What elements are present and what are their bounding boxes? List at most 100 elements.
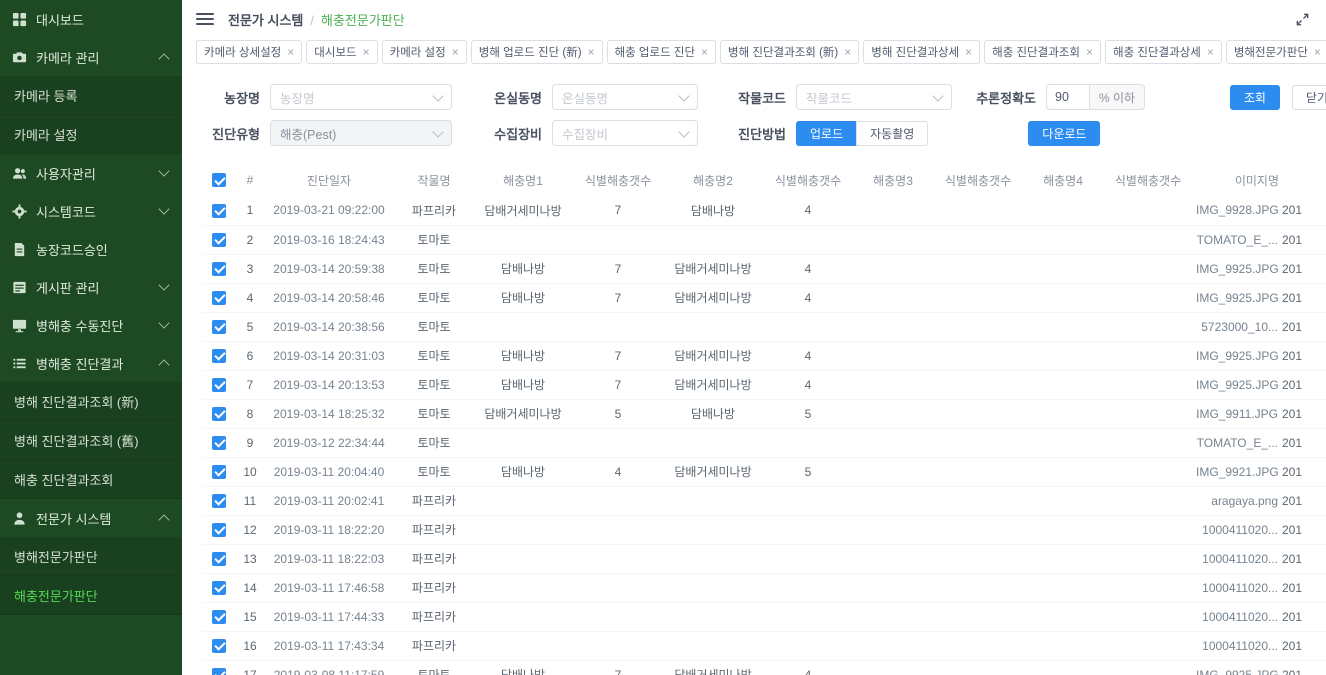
- cell: [1102, 631, 1194, 660]
- row-checkbox[interactable]: [212, 320, 226, 334]
- tab[interactable]: 해충 진단결과조회×: [984, 40, 1101, 64]
- breadcrumb: 전문가 시스템/해충전문가판단: [228, 10, 405, 29]
- tab-close-icon[interactable]: ×: [844, 45, 851, 59]
- tab[interactable]: 병해전문가판단×: [1226, 40, 1326, 64]
- cell: 2019-03-16 18:24:43: [264, 225, 394, 254]
- sidebar-item[interactable]: 전문가 시스템: [0, 499, 182, 537]
- search-button[interactable]: 조회: [1230, 85, 1280, 110]
- cell: 7: [236, 370, 264, 399]
- cell: 담배나방: [474, 370, 572, 399]
- tab[interactable]: 카메라 설정×: [382, 40, 467, 64]
- sidebar-item[interactable]: 시스템코드: [0, 192, 182, 230]
- row-checkbox[interactable]: [212, 552, 226, 566]
- row-checkbox[interactable]: [212, 262, 226, 276]
- tab-close-icon[interactable]: ×: [965, 45, 972, 59]
- accuracy-input[interactable]: [1046, 84, 1090, 110]
- tab[interactable]: 병해 진단결과상세×: [863, 40, 980, 64]
- sidebar-subitem[interactable]: 병해 진단결과조회 (新): [0, 382, 182, 421]
- row-select-cell: [202, 631, 236, 660]
- row-checkbox[interactable]: [212, 349, 226, 363]
- tab-close-icon[interactable]: ×: [1086, 45, 1093, 59]
- cell: 담배나방: [474, 283, 572, 312]
- sidebar-subitem[interactable]: 카메라 등록: [0, 76, 182, 115]
- close-button[interactable]: 닫기: [1292, 85, 1326, 110]
- select-all-checkbox[interactable]: [212, 173, 226, 187]
- table-row: 72019-03-14 20:13:53토마토담배나방7담배거세미나방4IMG_…: [202, 370, 1326, 399]
- cell: [572, 428, 664, 457]
- row-checkbox[interactable]: [212, 668, 226, 675]
- sidebar-item[interactable]: 카메라 관리: [0, 38, 182, 76]
- cell: [854, 602, 932, 631]
- cell: [1102, 515, 1194, 544]
- cell: 토마토: [394, 457, 474, 486]
- cell: 2019-03-11 17:46:58: [264, 573, 394, 602]
- sidebar-item[interactable]: 대시보드: [0, 0, 182, 38]
- cell: [474, 312, 572, 341]
- breadcrumb-root[interactable]: 전문가 시스템: [228, 13, 303, 28]
- row-checkbox[interactable]: [212, 378, 226, 392]
- tab-close-icon[interactable]: ×: [1207, 45, 1214, 59]
- menu-toggle-icon[interactable]: [196, 13, 214, 25]
- sidebar-item[interactable]: 사용자관리: [0, 154, 182, 192]
- tab[interactable]: 병해 업로드 진단 (新)×: [471, 40, 603, 64]
- row-checkbox[interactable]: [212, 436, 226, 450]
- row-checkbox[interactable]: [212, 610, 226, 624]
- fullscreen-icon[interactable]: [1295, 12, 1310, 27]
- row-select-cell: [202, 660, 236, 675]
- cell: [854, 544, 932, 573]
- row-checkbox[interactable]: [212, 233, 226, 247]
- row-checkbox[interactable]: [212, 494, 226, 508]
- row-checkbox[interactable]: [212, 639, 226, 653]
- device-select[interactable]: 수집장비: [552, 120, 698, 146]
- tab-close-icon[interactable]: ×: [287, 45, 294, 59]
- row-checkbox[interactable]: [212, 291, 226, 305]
- tab-close-icon[interactable]: ×: [701, 45, 708, 59]
- tab-bar: 카메라 상세설정×대시보드×카메라 설정×병해 업로드 진단 (新)×해충 업로…: [182, 38, 1326, 72]
- tab-close-icon[interactable]: ×: [452, 45, 459, 59]
- tab-close-icon[interactable]: ×: [1314, 45, 1321, 59]
- tab[interactable]: 해충 업로드 진단×: [607, 40, 716, 64]
- sidebar-item[interactable]: 병해충 진단결과: [0, 344, 182, 382]
- row-select-cell: [202, 602, 236, 631]
- greenhouse-select[interactable]: 온실동명: [552, 84, 698, 110]
- method-upload-button[interactable]: 업로드: [796, 121, 857, 146]
- cell: 201: [1280, 283, 1326, 312]
- row-checkbox[interactable]: [212, 204, 226, 218]
- download-button[interactable]: 다운로드: [1028, 121, 1100, 146]
- table-row: 102019-03-11 20:04:40토마토담배나방4담배거세미나방5IMG…: [202, 457, 1326, 486]
- farm-name-select[interactable]: 농장명: [270, 84, 452, 110]
- tab[interactable]: 병해 진단결과조회 (新) ×: [720, 40, 859, 64]
- method-auto-button[interactable]: 자동촬영: [856, 121, 928, 146]
- sidebar-item[interactable]: 농장코드승인: [0, 230, 182, 268]
- diagnosis-type-value: 해충(Pest): [280, 124, 336, 143]
- diagnosis-type-select[interactable]: 해충(Pest): [270, 120, 452, 146]
- sidebar-subitem[interactable]: 병해 진단결과조회 (舊): [0, 421, 182, 460]
- crop-code-select[interactable]: 작물코드: [796, 84, 952, 110]
- row-checkbox[interactable]: [212, 407, 226, 421]
- tab-close-icon[interactable]: ×: [363, 45, 370, 59]
- row-checkbox[interactable]: [212, 465, 226, 479]
- tab[interactable]: 카메라 상세설정×: [196, 40, 302, 64]
- sidebar-item[interactable]: 게시판 관리: [0, 268, 182, 306]
- cell: [664, 225, 762, 254]
- row-checkbox[interactable]: [212, 581, 226, 595]
- sidebar-subitem[interactable]: 해충전문가판단: [0, 576, 182, 615]
- sidebar-item[interactable]: 병해충 수동진단: [0, 306, 182, 344]
- cell: [1024, 631, 1102, 660]
- sidebar-subitem[interactable]: 병해전문가판단: [0, 537, 182, 576]
- sidebar-subitem[interactable]: 해충 진단결과조회: [0, 460, 182, 499]
- filter-row-2: 진단유형 해충(Pest) 수집장비 수집장비 진단방법 업로드 자동촬영 다운…: [202, 120, 1326, 146]
- table-row: 152019-03-11 17:44:33파프리카1000411020...20…: [202, 602, 1326, 631]
- list-icon: [12, 356, 27, 371]
- device-label: 수집장비: [452, 124, 552, 143]
- tab[interactable]: 해충 진단결과상세×: [1105, 40, 1222, 64]
- row-checkbox[interactable]: [212, 523, 226, 537]
- tab-close-icon[interactable]: ×: [588, 45, 595, 59]
- chevron-down-icon: [432, 90, 443, 101]
- cell: 201: [1280, 399, 1326, 428]
- tab-label: 병해 진단결과조회 (新): [728, 44, 838, 60]
- tab[interactable]: 대시보드×: [306, 40, 377, 64]
- cell: 201: [1280, 573, 1326, 602]
- sidebar-subitem[interactable]: 카메라 설정: [0, 115, 182, 154]
- cell: [1102, 602, 1194, 631]
